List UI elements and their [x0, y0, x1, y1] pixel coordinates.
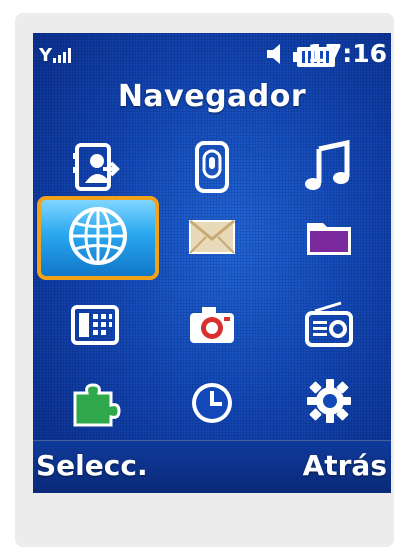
- clock-time: 17:16: [307, 39, 387, 68]
- menu-item-calendar[interactable]: [36, 287, 154, 367]
- signal-icon: Y: [38, 43, 83, 69]
- browser-globe-icon: [65, 203, 131, 273]
- left-softkey-select[interactable]: Selecc.: [36, 449, 148, 482]
- clock-icon: [184, 373, 240, 433]
- softkey-bar: Selecc. Atrás: [33, 440, 391, 493]
- messages-envelope-icon: [184, 209, 240, 269]
- menu-item-settings[interactable]: [270, 363, 388, 443]
- speaker-icon: [265, 41, 287, 71]
- applications-puzzle-icon: [67, 373, 123, 433]
- main-menu-grid: [33, 129, 391, 445]
- menu-item-music[interactable]: [270, 129, 388, 209]
- phone-screen: Y 17:16 Navegador Selecc. Atrás: [33, 33, 391, 493]
- phone-icon: [184, 139, 240, 199]
- menu-item-files[interactable]: [270, 199, 388, 279]
- calendar-icon: [67, 297, 123, 357]
- camera-icon: [184, 297, 240, 357]
- menu-item-messages[interactable]: [153, 199, 271, 279]
- screen-title: Navegador: [117, 79, 307, 114]
- right-softkey-back[interactable]: Atrás: [303, 449, 387, 482]
- menu-item-radio[interactable]: [270, 287, 388, 367]
- menu-item-camera[interactable]: [153, 287, 271, 367]
- menu-item-phone[interactable]: [153, 129, 271, 209]
- files-folder-icon: [301, 209, 357, 269]
- music-icon: [301, 139, 357, 199]
- svg-text:Y: Y: [39, 45, 53, 65]
- menu-item-clock[interactable]: [153, 363, 271, 443]
- status-bar: Y 17:16: [33, 33, 391, 77]
- menu-item-applications[interactable]: [36, 363, 154, 443]
- radio-icon: [301, 297, 357, 357]
- contacts-icon: [67, 139, 123, 199]
- menu-item-browser[interactable]: [33, 191, 163, 285]
- settings-gear-icon: [301, 373, 357, 433]
